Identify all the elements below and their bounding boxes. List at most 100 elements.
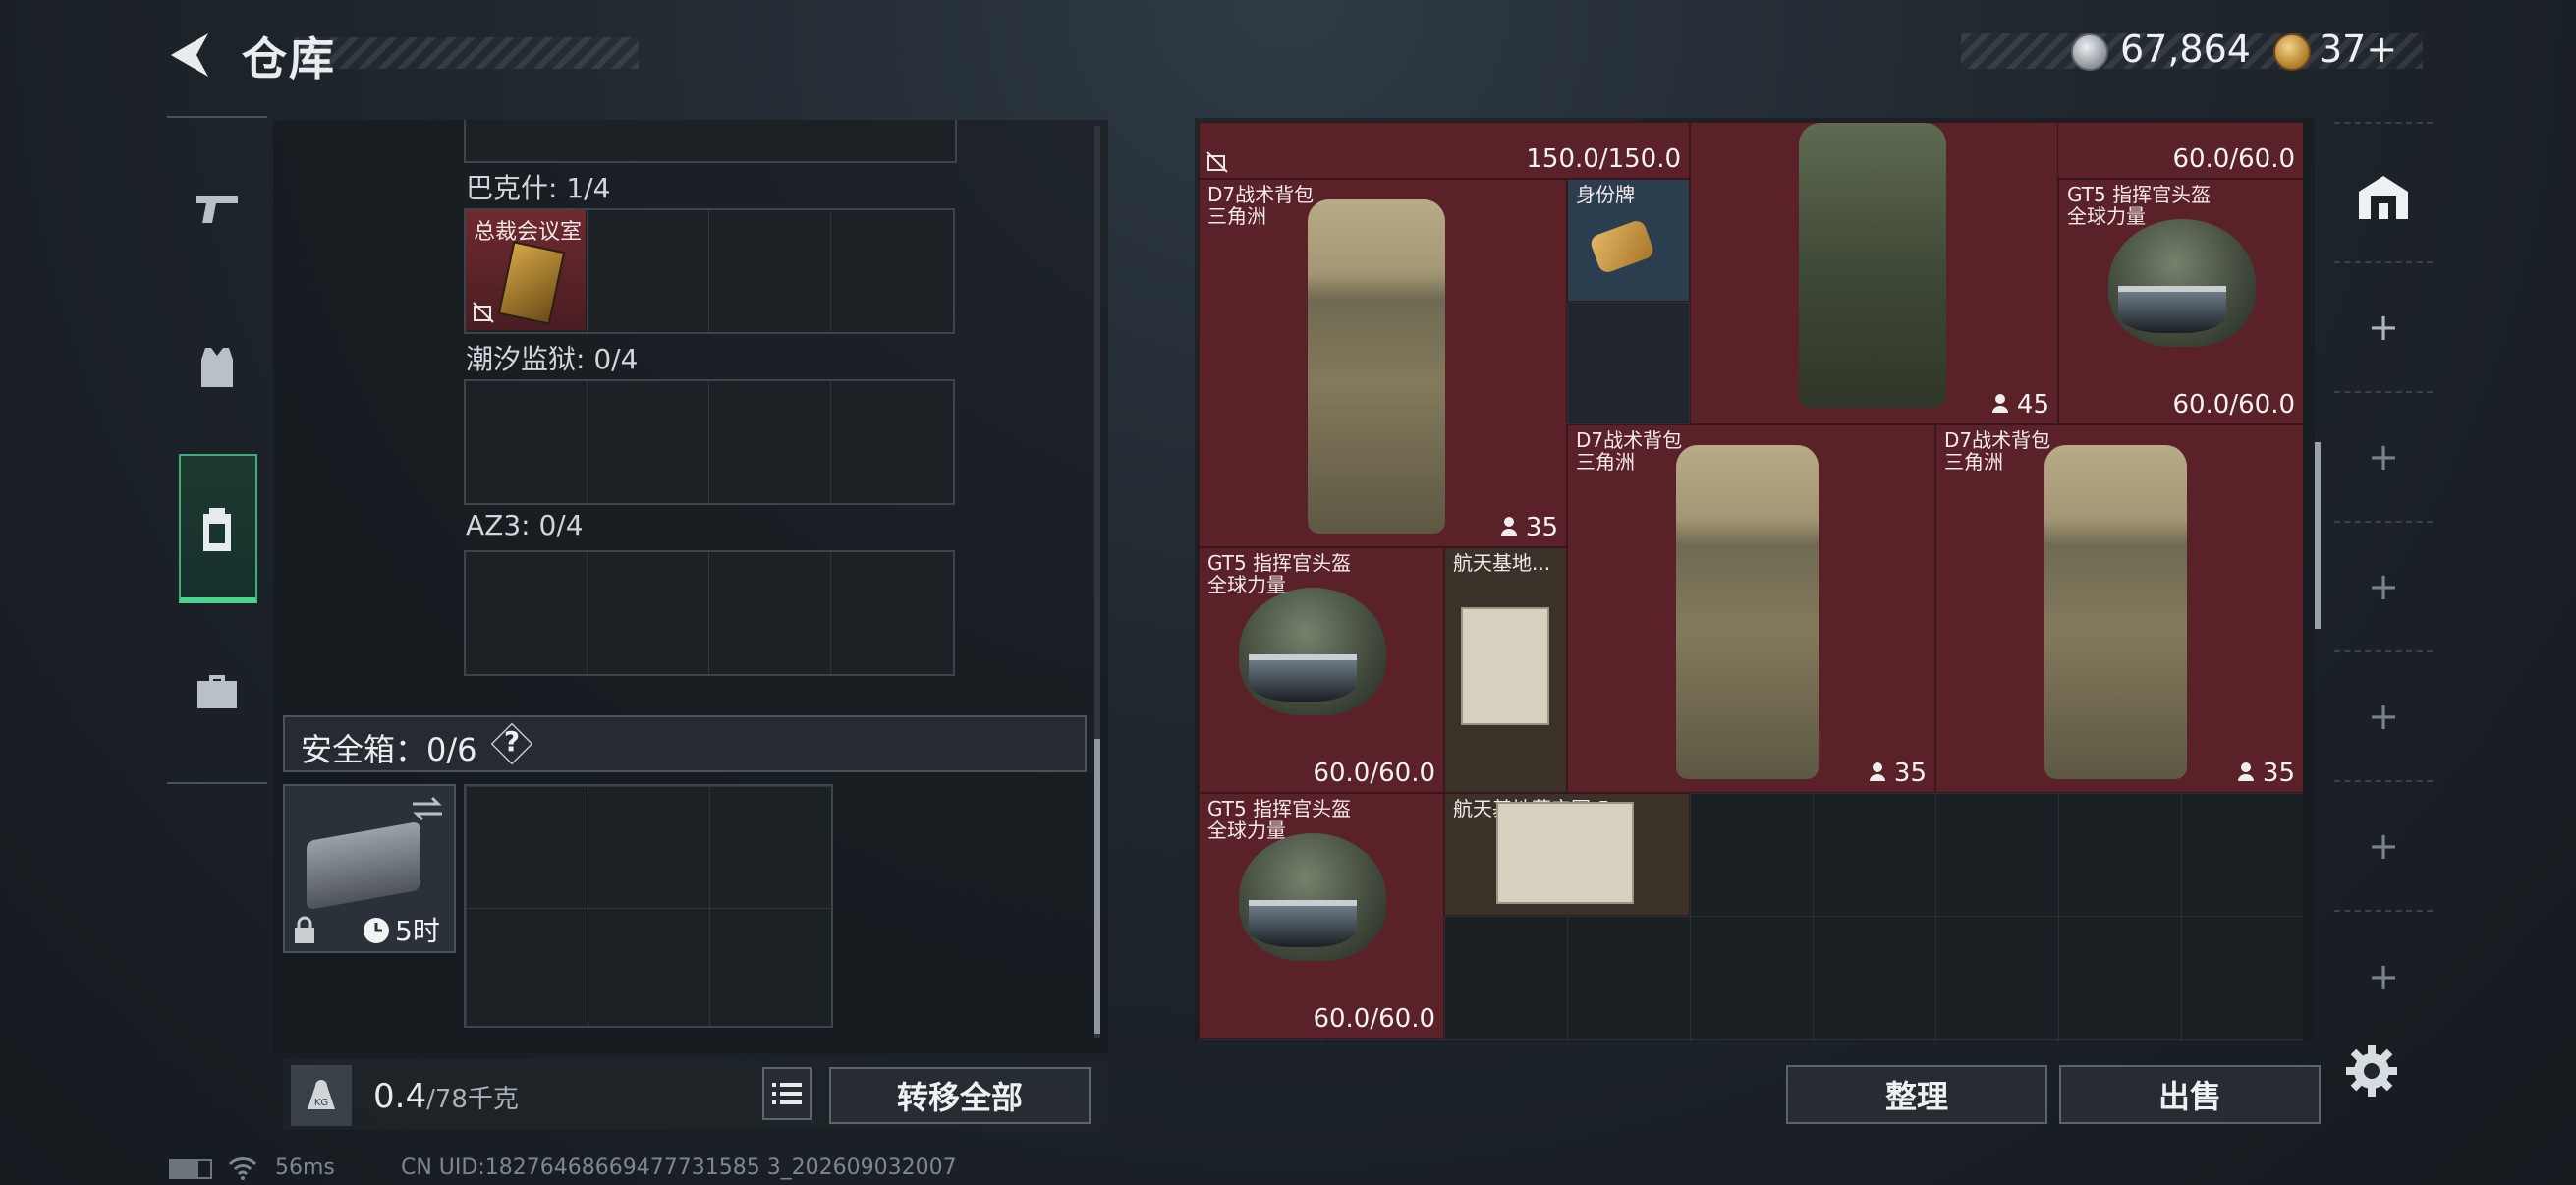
safebox-item[interactable]: 5时 xyxy=(283,784,456,953)
helmet-visor xyxy=(2118,286,2226,333)
partial-grid-top xyxy=(464,120,957,163)
grid-cell[interactable] xyxy=(709,381,831,503)
silver-coin-icon xyxy=(2071,33,2108,71)
person-icon xyxy=(1500,517,1517,536)
inventory-item[interactable]: 150.0/150.0 xyxy=(1199,122,1690,179)
inventory-item-backpack[interactable]: D7战术背包 三角洲 35 xyxy=(1199,179,1567,547)
svg-text:KG: KG xyxy=(314,1098,328,1108)
grid-cell[interactable] xyxy=(466,552,588,674)
battery-icon xyxy=(169,1159,212,1179)
sidebar-item-armor[interactable] xyxy=(167,312,267,421)
section-label-az3: AZ3: 0/4 xyxy=(466,509,584,541)
left-scrollbar-thumb[interactable] xyxy=(1094,739,1100,1034)
grid-cell[interactable] xyxy=(831,552,953,674)
inventory-item-helmet[interactable]: GT5 指挥官头盔 全球力量 60.0/60.0 xyxy=(1199,793,1444,1039)
swap-icon xyxy=(413,796,442,821)
warehouse-icon xyxy=(2359,176,2408,219)
sidebar-item-backpack[interactable] xyxy=(167,476,267,584)
add-stash-tab-button[interactable]: + xyxy=(2334,263,2433,393)
helmet-visor xyxy=(1249,654,1357,702)
grid-cell[interactable] xyxy=(831,210,953,332)
backpack-image xyxy=(1308,199,1445,534)
backpack-image xyxy=(1676,445,1819,779)
grid-cell[interactable] xyxy=(588,381,709,503)
inventory-item-backpack[interactable]: 45 xyxy=(1690,122,2058,424)
ping-value: 56ms xyxy=(275,1156,335,1180)
clock-icon xyxy=(364,918,389,943)
empty-slot[interactable] xyxy=(1567,302,1690,424)
list-icon xyxy=(772,1083,802,1104)
add-stash-tab-button[interactable]: + xyxy=(2334,652,2433,782)
wifi-icon xyxy=(228,1157,257,1180)
item-count: 35 xyxy=(1869,759,1927,788)
add-stash-tab-button[interactable]: + xyxy=(2334,782,2433,912)
gold-currency-value[interactable]: 37+ xyxy=(2319,28,2397,71)
item-count: 35 xyxy=(2237,759,2295,788)
person-icon xyxy=(1869,762,1885,781)
inventory-item-backpack[interactable]: D7战术背包 三角洲 35 xyxy=(1935,424,2303,793)
safebox-label: 安全箱：0/6 xyxy=(301,731,477,768)
carry-weight: 0.4/78千克 xyxy=(373,1077,519,1116)
list-view-button[interactable] xyxy=(762,1067,812,1120)
item-durability: 60.0/60.0 xyxy=(2172,390,2295,420)
item-durability: 60.0/60.0 xyxy=(1313,759,1435,788)
grid-cell[interactable] xyxy=(588,552,709,674)
grid-cell[interactable] xyxy=(831,381,953,503)
stash-tab-main[interactable] xyxy=(2334,134,2433,263)
az3-key-grid xyxy=(464,550,955,676)
no-trade-icon xyxy=(473,302,494,323)
lock-icon xyxy=(295,916,314,943)
item-name: 总裁会议室 xyxy=(474,220,583,245)
item-name: D7战术背包 三角洲 xyxy=(1576,428,1683,474)
pistol-icon xyxy=(196,196,238,223)
sidebar-item-toolbox[interactable] xyxy=(167,637,267,745)
gold-coin-icon xyxy=(2273,33,2311,71)
item-count: 45 xyxy=(1991,390,2049,420)
item-durability: 60.0/60.0 xyxy=(1313,1004,1435,1034)
map-image xyxy=(1496,802,1634,904)
safebox-grid xyxy=(464,784,833,1028)
carry-weight-capacity: /78千克 xyxy=(426,1085,519,1114)
item-name: D7战术背包 三角洲 xyxy=(1207,183,1315,228)
inventory-item-helmet[interactable]: GT5 指挥官头盔 全球力量 60.0/60.0 xyxy=(1199,547,1444,793)
stash-scrollbar-thumb[interactable] xyxy=(2315,442,2321,629)
section-label-tide-prison: 潮汐监狱: 0/4 xyxy=(466,343,639,375)
grid-cell[interactable] xyxy=(709,210,831,332)
add-stash-tab-button[interactable]: + xyxy=(2334,523,2433,652)
add-stash-tab-button[interactable]: + xyxy=(2334,912,2433,1042)
inventory-item-map[interactable]: 航天基地... xyxy=(1444,547,1567,793)
back-arrow-icon xyxy=(171,33,208,77)
inventory-item-map[interactable]: 航天基地藏宝图-5 xyxy=(1444,793,1690,916)
silver-currency-value: 67,864 xyxy=(2120,28,2251,71)
help-button[interactable]: ? xyxy=(499,725,525,758)
grid-cell[interactable] xyxy=(709,552,831,674)
user-id: CN UID:18276468669477731585 3_2026090320… xyxy=(401,1156,957,1180)
header-decoration xyxy=(295,37,639,69)
carry-weight-value: 0.4 xyxy=(373,1077,427,1116)
gear-icon xyxy=(2346,1045,2397,1097)
sort-button[interactable]: 整理 xyxy=(1786,1065,2047,1124)
inventory-item-backpack[interactable]: D7战术背包 三角洲 35 xyxy=(1567,424,1935,793)
backpack-icon xyxy=(203,508,231,551)
person-icon xyxy=(2237,762,2254,781)
safebox-timer: 5时 xyxy=(395,915,440,947)
item-name: 航天基地... xyxy=(1453,551,1551,575)
toolbox-icon xyxy=(197,675,237,708)
item-name: D7战术背包 三角洲 xyxy=(1944,428,2051,474)
safebox-image xyxy=(307,820,420,911)
grid-cell[interactable] xyxy=(466,381,588,503)
add-stash-tab-button[interactable]: + xyxy=(2334,393,2433,523)
inventory-item-dogtag[interactable]: 身份牌 xyxy=(1567,179,1690,302)
transfer-all-button[interactable]: 转移全部 xyxy=(829,1067,1091,1124)
settings-button[interactable] xyxy=(2342,1042,2401,1100)
backpack-image xyxy=(1799,123,1946,408)
inventory-item-helmet[interactable]: GT5 指挥官头盔 全球力量 60.0/60.0 xyxy=(2058,179,2303,424)
grid-cell[interactable] xyxy=(588,210,709,332)
back-button[interactable] xyxy=(165,28,214,83)
dogtag-image xyxy=(1588,218,1656,275)
item-count: 35 xyxy=(1500,513,1558,542)
sidebar-item-weapons[interactable] xyxy=(167,155,267,263)
sell-button[interactable]: 出售 xyxy=(2059,1065,2321,1124)
tide-prison-key-grid xyxy=(464,379,955,505)
key-card-item[interactable]: 总裁会议室 xyxy=(466,210,586,330)
